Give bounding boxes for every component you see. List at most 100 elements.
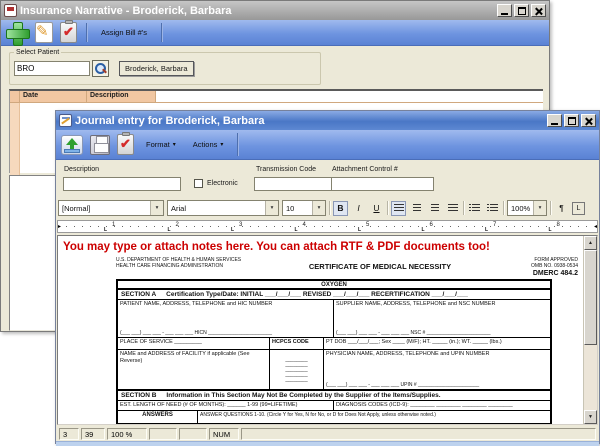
justify-button[interactable] — [445, 201, 460, 216]
minimize-button[interactable] — [497, 4, 512, 17]
scroll-up-button[interactable]: ▲ — [584, 236, 597, 250]
bullet-list-button[interactable] — [467, 201, 482, 216]
post-entry-button[interactable] — [61, 130, 83, 159]
answers-row: ANSWERS ANSWER QUESTIONS 1-10. (Circle Y… — [118, 411, 550, 423]
edit-narrative-button[interactable]: ✎ — [35, 20, 53, 45]
column-header[interactable]: Date — [20, 91, 87, 102]
attachment-control-input[interactable] — [331, 177, 434, 191]
patient-search-button[interactable] — [92, 60, 109, 77]
vertical-scrollbar[interactable]: ▲ ▼ — [583, 236, 597, 424]
ruler[interactable]: ▸ ◂ 1L2L3L4L5L6L7L8L — [57, 220, 598, 233]
paragraph-style-value: [Normal] — [62, 204, 150, 213]
close-button[interactable] — [531, 4, 546, 17]
scrollbar-thumb[interactable] — [584, 250, 597, 345]
align-left-icon — [394, 204, 404, 213]
description-input[interactable] — [63, 177, 181, 191]
insurance-titlebar[interactable]: Insurance Narrative - Broderick, Barbara — [1, 1, 549, 20]
zoom-value: 100% — [511, 204, 533, 213]
physician-label: PHYSICIAN NAME, ADDRESS, TELEPHONE and U… — [326, 351, 548, 357]
section-b-text: Information in This Section May Not Be C… — [166, 392, 440, 399]
format-menu-button[interactable]: Format ▾ — [141, 137, 181, 152]
formatting-toolbar: [Normal]▾ Arial▾ 10▾ B I U 100%▾ ¶ L — [57, 198, 598, 218]
format-separator — [550, 201, 551, 215]
facility-cell: NAME and ADDRESS of FACILITY if applicab… — [118, 350, 270, 389]
status-bar: 339100 %NUM — [57, 427, 598, 441]
close-icon — [535, 7, 543, 15]
patient-name-box: Broderick, Barbara — [119, 61, 194, 76]
journal-content: Description Electronic Transmission Code… — [56, 160, 599, 446]
numbered-list-button[interactable] — [485, 201, 500, 216]
patient-supplier-row: PATIENT NAME, ADDRESS, TELEPHONE and HIC… — [118, 300, 550, 338]
section-b-row: SECTION B Information in This Section Ma… — [118, 390, 550, 401]
maximize-button[interactable] — [564, 114, 579, 127]
align-right-button[interactable] — [427, 201, 442, 216]
minimize-button[interactable] — [547, 114, 562, 127]
journal-window-title: Journal entry for Broderick, Barbara — [75, 115, 544, 127]
red-check-icon: ✔ — [120, 136, 131, 152]
select-patient-group: Select Patient Broderick, Barbara — [9, 49, 321, 85]
close-button[interactable] — [581, 114, 596, 127]
document-editor[interactable]: You may type or attach notes here. You c… — [57, 235, 598, 425]
status-cell — [179, 428, 207, 440]
tab-stop-mark[interactable]: L — [422, 227, 425, 233]
cmn-form: U.S. DEPARTMENT OF HEALTH & HUMAN SERVIC… — [116, 257, 578, 425]
grid-header: DateDescription — [20, 91, 156, 102]
up-arrow-icon — [61, 135, 83, 155]
paragraph-marks-button[interactable]: ¶ — [554, 201, 569, 216]
align-center-button[interactable] — [409, 201, 424, 216]
insurance-window-controls — [497, 4, 546, 17]
insurance-content: Select Patient Broderick, Barbara — [1, 46, 549, 89]
layout-icon: L — [577, 205, 581, 212]
maximize-icon — [518, 7, 526, 15]
font-size-combo[interactable]: 10▾ — [282, 200, 326, 216]
tab-stop-mark[interactable]: L — [485, 227, 488, 233]
tab-stop-mark[interactable]: L — [168, 227, 171, 233]
form-category-band: OXYGEN — [118, 281, 550, 290]
save-button[interactable] — [90, 130, 110, 159]
page-layout-button[interactable]: L — [572, 202, 585, 215]
maximize-button[interactable] — [514, 4, 529, 17]
tab-stop-mark[interactable]: L — [358, 227, 361, 233]
bold-button[interactable]: B — [333, 201, 348, 216]
zoom-combo[interactable]: 100%▾ — [507, 200, 547, 216]
align-left-button[interactable] — [391, 201, 406, 216]
tab-stop-mark[interactable]: L — [295, 227, 298, 233]
actions-menu-button[interactable]: Actions ▾ — [188, 137, 229, 152]
journal-toolbar: ✔ Format ▾ Actions ▾ — [56, 130, 599, 160]
assign-bill-numbers-button[interactable]: Assign Bill #'s — [96, 25, 152, 40]
chevron-down-icon[interactable]: ▾ — [533, 201, 546, 215]
align-center-icon — [413, 204, 421, 213]
status-cell — [149, 428, 177, 440]
place-of-service-row: PLACE OF SERVICE _________ HCPCS CODE PT… — [118, 338, 550, 350]
clipboard-check-icon: ✔ — [60, 22, 77, 43]
tab-stop-mark[interactable]: L — [231, 227, 234, 233]
journal-titlebar[interactable]: Journal entry for Broderick, Barbara — [56, 111, 599, 130]
electronic-checkbox[interactable] — [194, 179, 203, 188]
paragraph-style-combo[interactable]: [Normal]▾ — [58, 200, 164, 216]
patient-label: PATIENT NAME, ADDRESS, TELEPHONE and HIC… — [120, 301, 331, 307]
section-a-row: SECTION A Certification Type/Date: INITI… — [118, 290, 550, 300]
column-header[interactable]: Description — [87, 91, 156, 102]
scroll-down-button[interactable]: ▼ — [584, 410, 597, 424]
patient-search-input[interactable] — [14, 61, 90, 76]
magnifier-icon — [95, 63, 107, 75]
tab-stop-mark[interactable]: L — [104, 227, 107, 233]
font-family-combo[interactable]: Arial▾ — [167, 200, 279, 216]
verify-narrative-button[interactable]: ✔ — [60, 20, 77, 45]
chevron-down-icon[interactable]: ▾ — [150, 201, 163, 215]
underline-button[interactable]: U — [369, 201, 384, 216]
scroll-up-icon: ▲ — [588, 240, 593, 246]
chevron-down-icon[interactable]: ▾ — [265, 201, 278, 215]
left-indent-marker[interactable]: ▸ — [58, 223, 61, 230]
right-indent-marker[interactable]: ◂ — [594, 223, 597, 230]
italic-button[interactable]: I — [351, 201, 366, 216]
select-patient-legend: Select Patient — [14, 49, 61, 56]
form-code: DMERC 484.2 — [492, 270, 578, 279]
verify-button[interactable]: ✔ — [117, 130, 134, 159]
add-narrative-button[interactable] — [6, 20, 28, 45]
chevron-down-icon[interactable]: ▾ — [312, 201, 325, 215]
justify-icon — [448, 204, 458, 213]
tab-stop-mark[interactable]: L — [549, 227, 552, 233]
ruler-number: 7 — [493, 222, 496, 228]
format-separator — [329, 201, 330, 215]
